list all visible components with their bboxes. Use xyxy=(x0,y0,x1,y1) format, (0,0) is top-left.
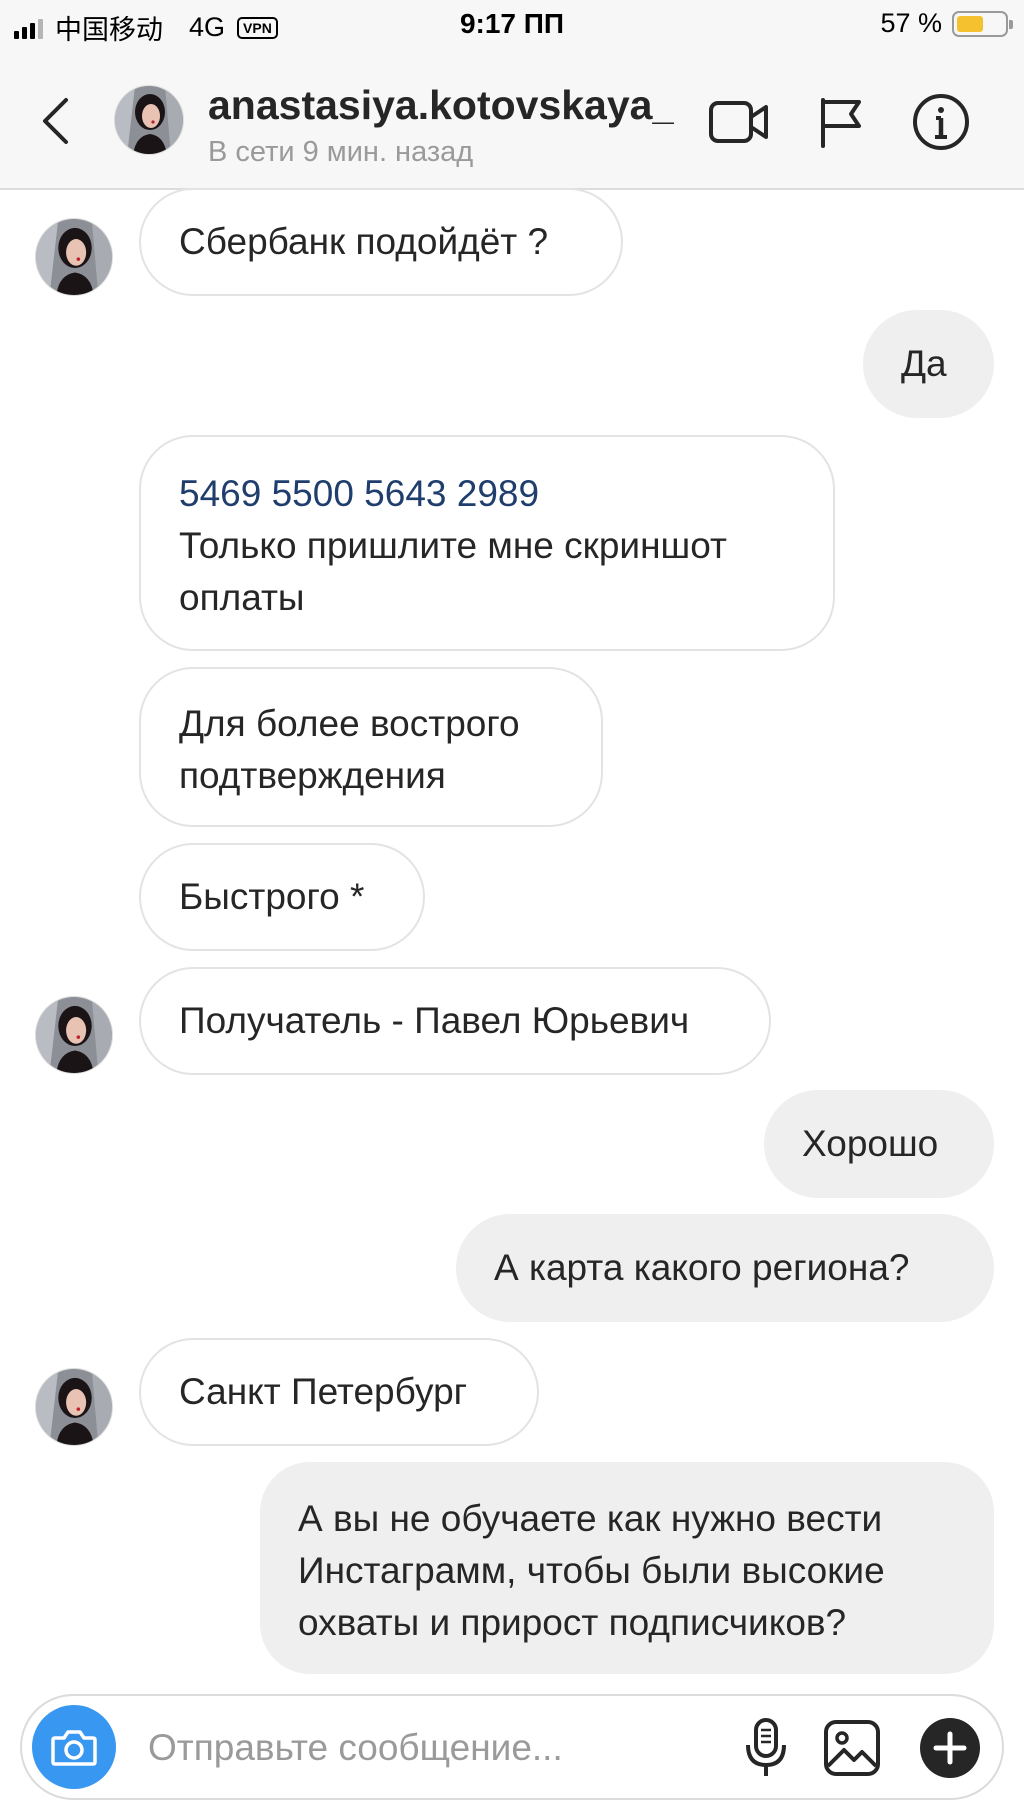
battery-percent: 57 % xyxy=(880,8,942,38)
message-incoming[interactable]: Для более вострого подтверждения xyxy=(139,667,603,827)
profile-photo xyxy=(36,219,112,295)
message-text-line: А вы не обучаете как нужно вести xyxy=(298,1498,883,1539)
video-call-button[interactable] xyxy=(706,92,772,152)
message-outgoing[interactable]: А вы не обучаете как нужно вести Инстагр… xyxy=(260,1462,994,1674)
message-incoming[interactable]: Санкт Петербург xyxy=(139,1338,539,1446)
message-text: Хорошо xyxy=(802,1123,939,1164)
contact-avatar[interactable] xyxy=(114,85,184,155)
chat-header: anastasiya.kotovskaya_ В сети 9 мин. наз… xyxy=(0,52,1024,190)
video-camera-icon xyxy=(709,101,768,143)
message-text: Сбербанк подойдёт ? xyxy=(179,221,549,262)
image-gallery-icon xyxy=(824,1720,880,1776)
message-text-line: Инстаграмм, чтобы были высокие xyxy=(298,1550,885,1591)
more-options-button[interactable] xyxy=(914,1712,986,1784)
message-outgoing[interactable]: А карта какого региона? xyxy=(456,1214,994,1322)
chevron-left-icon xyxy=(43,98,68,144)
profile-photo xyxy=(36,997,112,1073)
message-text: А карта какого региона? xyxy=(494,1247,910,1288)
message-text: Быстрого * xyxy=(179,876,365,917)
camera-icon xyxy=(51,1730,97,1766)
message-incoming[interactable]: 5469 5500 5643 2989 Только пришлите мне … xyxy=(139,435,835,651)
flag-icon xyxy=(821,98,861,148)
microphone-icon xyxy=(746,1718,786,1776)
profile-photo xyxy=(36,1369,112,1445)
battery-icon xyxy=(952,10,1013,37)
status-time: 9:17 ПП xyxy=(459,8,565,39)
message-input[interactable] xyxy=(148,1720,708,1776)
message-text: Санкт Петербург xyxy=(179,1371,468,1412)
presence-status: В сети 9 мин. назад xyxy=(208,136,474,168)
gallery-button[interactable] xyxy=(816,1712,888,1784)
message-incoming[interactable]: Сбербанк подойдёт ? xyxy=(139,188,623,296)
message-text-line: оплаты xyxy=(179,577,305,618)
info-icon xyxy=(913,94,969,150)
message-incoming[interactable]: Быстрого * xyxy=(139,843,425,951)
message-composer xyxy=(20,1694,1004,1800)
sender-avatar[interactable] xyxy=(35,218,113,296)
status-bar: 中国移动 4G VPN 9:17 ПП 57 % xyxy=(0,0,1024,52)
report-flag-button[interactable] xyxy=(808,92,874,152)
camera-button[interactable] xyxy=(32,1705,116,1789)
message-text: Получатель - Павел Юрьевич xyxy=(179,1000,690,1041)
contact-username[interactable]: anastasiya.kotovskaya_ xyxy=(208,82,674,129)
sender-avatar[interactable] xyxy=(35,1368,113,1446)
battery-level-fill xyxy=(957,15,984,32)
profile-photo xyxy=(115,86,183,154)
message-text-line: охваты и прирост подписчиков? xyxy=(298,1602,847,1643)
plus-icon xyxy=(920,1718,980,1778)
message-incoming[interactable]: Получатель - Павел Юрьевич xyxy=(139,967,771,1075)
conversation-info-button[interactable] xyxy=(908,92,974,152)
message-thread[interactable]: Сбербанк подойдёт ? Да 5469 5500 5643 29… xyxy=(0,188,1024,1690)
message-text-line: подтверждения xyxy=(179,755,446,796)
status-right: 57 % xyxy=(880,8,1013,39)
message-text-line: Для более вострого xyxy=(179,703,520,744)
message-outgoing[interactable]: Да xyxy=(863,310,994,418)
card-number-link[interactable]: 5469 5500 5643 2989 xyxy=(179,468,539,520)
voice-message-button[interactable] xyxy=(730,1712,802,1784)
message-text-line: Только пришлите мне скриншот xyxy=(179,525,727,566)
sender-avatar[interactable] xyxy=(35,996,113,1074)
message-outgoing[interactable]: Хорошо xyxy=(764,1090,994,1198)
message-text: Да xyxy=(901,343,947,384)
back-button[interactable] xyxy=(30,90,80,152)
